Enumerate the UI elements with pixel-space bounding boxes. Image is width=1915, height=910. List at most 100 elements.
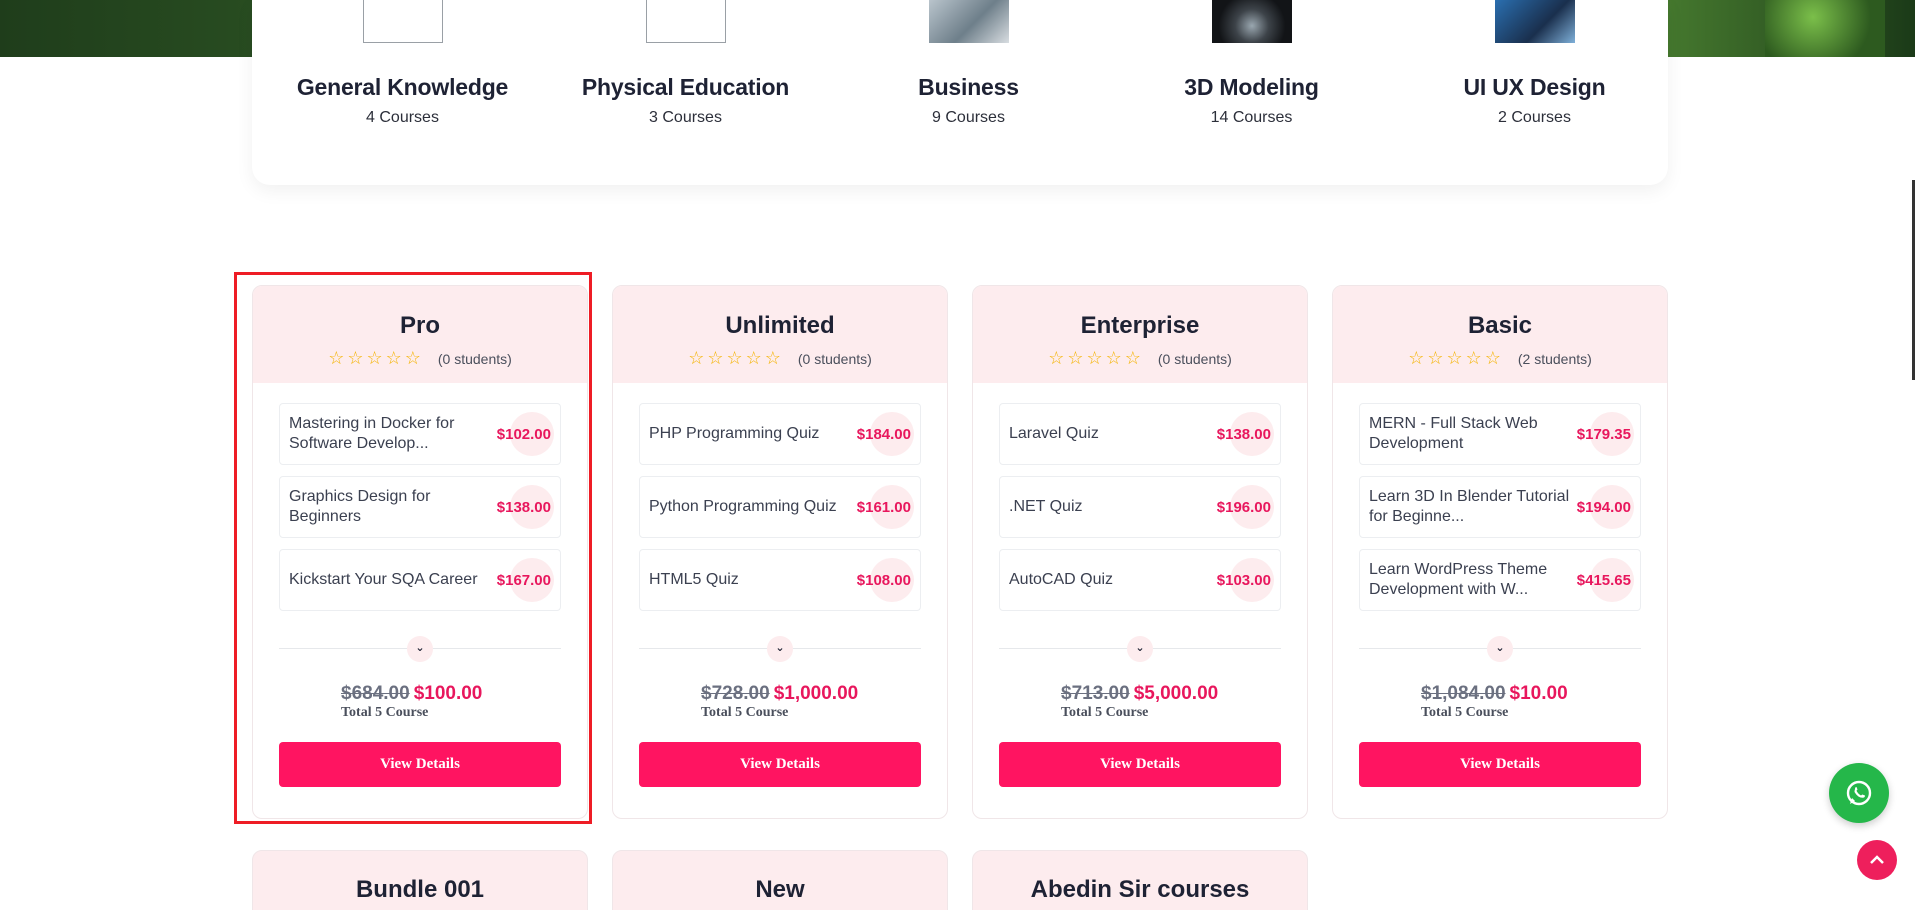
expand-divider: ⌄ (1359, 636, 1641, 662)
course-name: AutoCAD Quiz (1009, 571, 1114, 588)
view-details-button[interactable]: View Details (999, 742, 1281, 787)
chevron-down-icon[interactable]: ⌄ (1487, 636, 1513, 662)
scroll-to-top-button[interactable] (1857, 840, 1897, 880)
category-count: 14 Courses (1210, 109, 1293, 126)
course-price: $184.00 (856, 425, 911, 443)
category-name: UI UX Design (1463, 74, 1606, 100)
category-name: 3D Modeling (1184, 74, 1319, 100)
view-details-button[interactable]: View Details (1359, 742, 1641, 787)
course-item[interactable]: .NET Quiz $196.00 (999, 476, 1281, 538)
bundle-title[interactable]: New (613, 876, 947, 904)
chevron-up-icon (1870, 855, 1884, 864)
course-price: $196.00 (1216, 498, 1271, 516)
category-3d-modeling[interactable]: 3D Modeling 14 Courses (1110, 0, 1393, 127)
old-price: $1,084.00 (1421, 683, 1506, 704)
bundle-card-enterprise: Enterprise ☆☆☆☆☆ (0 students) Laravel Qu… (972, 285, 1308, 819)
course-price: $103.00 (1216, 571, 1271, 589)
course-name: PHP Programming Quiz (649, 425, 820, 442)
bundle-card-new: New ☆☆☆☆☆ (612, 850, 948, 910)
categories-panel: General Knowledge 4 Courses Physical Edu… (252, 0, 1668, 185)
course-name: Learn WordPress Theme Development with W… (1369, 561, 1548, 598)
bundle-title[interactable]: Basic (1333, 312, 1667, 340)
category-thumbnail (928, 0, 1009, 43)
old-price: $728.00 (701, 683, 770, 704)
course-price: $179.35 (1576, 425, 1631, 443)
student-count: (0 students) (1157, 350, 1232, 367)
course-item[interactable]: Python Programming Quiz $161.00 (639, 476, 921, 538)
course-item[interactable]: Learn 3D In Blender Tutorial for Beginne… (1359, 476, 1641, 538)
bundle-header: Unlimited ☆☆☆☆☆ (0 students) (613, 286, 947, 383)
bundle-title[interactable]: Bundle 001 (253, 876, 587, 904)
old-price: $713.00 (1061, 683, 1130, 704)
category-count: 2 Courses (1498, 109, 1571, 126)
bundle-title[interactable]: Abedin Sir courses (973, 876, 1307, 904)
hero-image (1765, 0, 1885, 57)
course-price: $108.00 (856, 571, 911, 589)
star-rating-icon: ☆☆☆☆☆ (1048, 348, 1144, 368)
category-ui-ux-design[interactable]: UI UX Design 2 Courses (1393, 0, 1676, 127)
course-price: $138.00 (496, 498, 551, 516)
new-price: $1,000.00 (773, 683, 859, 704)
bundle-pricing: $713.00 $5,000.00 Total 5 Course (973, 683, 1307, 721)
bundle-card-bundle-001: Bundle 001 ☆☆☆☆☆ (252, 850, 588, 910)
whatsapp-button[interactable] (1829, 763, 1889, 823)
bundle-title[interactable]: Enterprise (973, 312, 1307, 340)
course-price: $102.00 (496, 425, 551, 443)
category-thumbnail (1211, 0, 1292, 43)
course-name: Laravel Quiz (1009, 425, 1099, 442)
new-price: $10.00 (1509, 683, 1568, 704)
bundle-title[interactable]: Unlimited (613, 312, 947, 340)
category-physical-education[interactable]: Physical Education 3 Courses (544, 0, 827, 127)
expand-divider: ⌄ (999, 636, 1281, 662)
category-count: 4 Courses (366, 109, 439, 126)
category-thumbnail (1494, 0, 1575, 43)
category-name: Business (918, 74, 1019, 100)
bundle-pricing: $1,084.00 $10.00 Total 5 Course (1333, 683, 1667, 721)
course-price: $415.65 (1576, 571, 1631, 589)
student-count: (2 students) (1517, 350, 1592, 367)
course-price: $161.00 (856, 498, 911, 516)
course-item[interactable]: MERN - Full Stack Web Development $179.35 (1359, 403, 1641, 465)
bundle-card-abedin-sir-courses: Abedin Sir courses ☆☆☆☆☆ (972, 850, 1308, 910)
selection-highlight (234, 272, 592, 824)
total-courses: Total 5 Course (701, 705, 789, 720)
category-general-knowledge[interactable]: General Knowledge 4 Courses (261, 0, 544, 127)
category-business[interactable]: Business 9 Courses (827, 0, 1110, 127)
star-rating-icon: ☆☆☆☆☆ (1408, 348, 1504, 368)
course-price: $194.00 (1576, 498, 1631, 516)
course-name: Learn 3D In Blender Tutorial for Beginne… (1369, 488, 1570, 525)
star-rating-icon: ☆☆☆☆☆ (688, 348, 784, 368)
bundle-header: Basic ☆☆☆☆☆ (2 students) (1333, 286, 1667, 383)
view-details-button[interactable]: View Details (639, 742, 921, 787)
course-item[interactable]: Laravel Quiz $138.00 (999, 403, 1281, 465)
course-list: PHP Programming Quiz $184.00 Python Progr… (613, 383, 947, 611)
category-count: 9 Courses (932, 109, 1005, 126)
bundle-rating: ☆☆☆☆☆ (0 students) (613, 348, 947, 369)
course-name: Python Programming Quiz (649, 498, 837, 515)
course-item[interactable]: Learn WordPress Theme Development with W… (1359, 549, 1641, 611)
category-count: 3 Courses (649, 109, 722, 126)
total-courses: Total 5 Course (1421, 705, 1509, 720)
whatsapp-icon (1846, 780, 1872, 806)
bundle-rating: ☆☆☆☆☆ (2 students) (1333, 348, 1667, 369)
course-name: .NET Quiz (1009, 498, 1083, 515)
course-item[interactable]: AutoCAD Quiz $103.00 (999, 549, 1281, 611)
course-item[interactable]: PHP Programming Quiz $184.00 (639, 403, 921, 465)
course-name: HTML5 Quiz (649, 571, 739, 588)
category-thumbnail (645, 0, 726, 43)
bundle-header: Enterprise ☆☆☆☆☆ (0 students) (973, 286, 1307, 383)
new-price: $5,000.00 (1133, 683, 1219, 704)
expand-divider: ⌄ (639, 636, 921, 662)
bundle-pricing: $728.00 $1,000.00 Total 5 Course (613, 683, 947, 721)
chevron-down-icon[interactable]: ⌄ (767, 636, 793, 662)
course-item[interactable]: HTML5 Quiz $108.00 (639, 549, 921, 611)
student-count: (0 students) (797, 350, 872, 367)
category-thumbnail (362, 0, 443, 43)
category-name: General Knowledge (296, 74, 509, 100)
bundle-card-unlimited: Unlimited ☆☆☆☆☆ (0 students) PHP Program… (612, 285, 948, 819)
course-list: MERN - Full Stack Web Development $179.35… (1333, 383, 1667, 611)
chevron-down-icon[interactable]: ⌄ (1127, 636, 1153, 662)
bundle-card-basic: Basic ☆☆☆☆☆ (2 students) MERN - Full Sta… (1332, 285, 1668, 819)
category-name: Physical Education (581, 74, 790, 100)
total-courses: Total 5 Course (1061, 705, 1149, 720)
